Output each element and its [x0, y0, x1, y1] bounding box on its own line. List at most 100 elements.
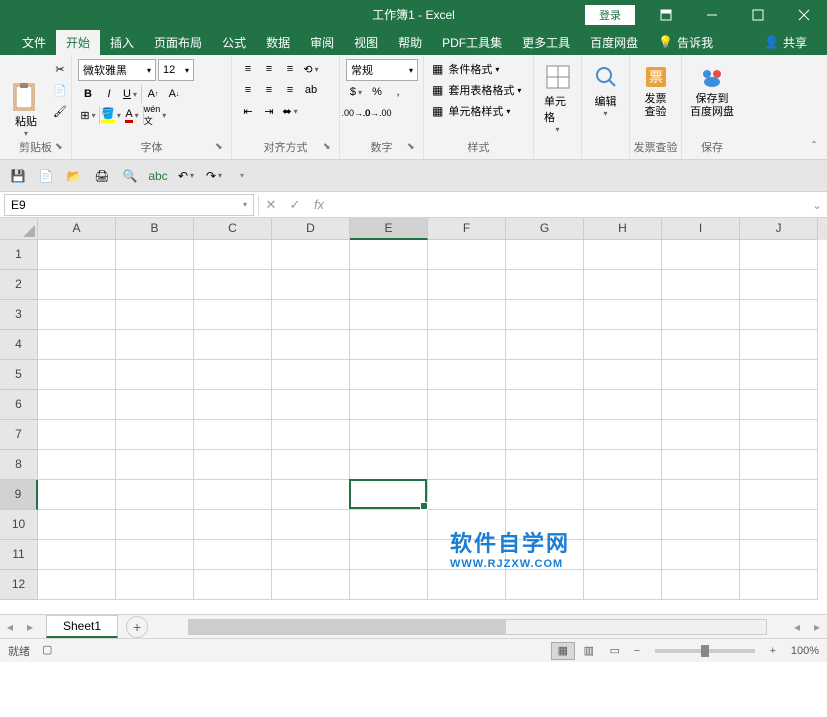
cell[interactable]	[350, 330, 428, 360]
cell[interactable]	[428, 480, 506, 510]
cell[interactable]	[740, 390, 818, 420]
cut-button[interactable]: ✂	[50, 59, 70, 79]
cell[interactable]	[584, 240, 662, 270]
cell[interactable]	[428, 570, 506, 600]
row-header[interactable]: 12	[0, 570, 38, 600]
font-size-combo[interactable]: 12▾	[158, 59, 194, 81]
italic-button[interactable]: I	[99, 84, 119, 104]
cell[interactable]	[506, 570, 584, 600]
cell[interactable]	[194, 330, 272, 360]
formula-input[interactable]	[331, 194, 807, 216]
tab-nav-next[interactable]: ▸	[20, 620, 40, 634]
cell[interactable]	[740, 240, 818, 270]
cell[interactable]	[194, 390, 272, 420]
underline-button[interactable]: U	[120, 84, 140, 104]
row-header[interactable]: 7	[0, 420, 38, 450]
cell-styles-button[interactable]: ▦单元格样式▾	[430, 101, 527, 121]
format-painter-button[interactable]: 🖌	[50, 101, 70, 121]
tab-formulas[interactable]: 公式	[212, 30, 256, 55]
font-launcher[interactable]: ⬊	[215, 141, 229, 155]
cell[interactable]	[584, 360, 662, 390]
cell[interactable]	[272, 330, 350, 360]
cell[interactable]	[506, 390, 584, 420]
cell[interactable]	[272, 300, 350, 330]
cell[interactable]	[38, 240, 116, 270]
cell[interactable]	[584, 270, 662, 300]
cell[interactable]	[116, 240, 194, 270]
cell[interactable]	[584, 480, 662, 510]
qat-preview-button[interactable]: 🔍	[118, 164, 142, 188]
cell[interactable]	[740, 570, 818, 600]
font-color-button[interactable]: A	[122, 105, 142, 125]
column-header[interactable]: E	[350, 218, 428, 240]
cell[interactable]	[272, 360, 350, 390]
cell[interactable]	[116, 390, 194, 420]
login-button[interactable]: 登录	[585, 5, 635, 25]
cell[interactable]	[38, 570, 116, 600]
wrap-text-button[interactable]: ab	[301, 80, 321, 100]
bold-button[interactable]: B	[78, 84, 98, 104]
align-middle-button[interactable]: ≡	[259, 59, 279, 79]
cell[interactable]	[350, 420, 428, 450]
tell-me[interactable]: 💡告诉我	[648, 30, 723, 55]
tab-file[interactable]: 文件	[12, 30, 56, 55]
cell[interactable]	[116, 480, 194, 510]
percent-button[interactable]: %	[367, 82, 387, 102]
cell[interactable]	[584, 540, 662, 570]
collapse-ribbon-button[interactable]: ˆ	[805, 137, 823, 155]
cell[interactable]	[350, 360, 428, 390]
tab-nav-prev[interactable]: ◂	[0, 620, 20, 634]
cell[interactable]	[272, 480, 350, 510]
decrease-decimal-button[interactable]: .0→.00	[367, 103, 387, 123]
cell[interactable]	[38, 540, 116, 570]
enter-button[interactable]: ✓	[283, 194, 307, 216]
qat-print-button[interactable]: 🖨	[90, 164, 114, 188]
cell[interactable]	[272, 270, 350, 300]
cell[interactable]	[272, 420, 350, 450]
cell[interactable]	[506, 540, 584, 570]
qat-undo-button[interactable]: ↶	[174, 164, 198, 188]
cell[interactable]	[350, 510, 428, 540]
row-header[interactable]: 10	[0, 510, 38, 540]
cell[interactable]	[428, 240, 506, 270]
row-header[interactable]: 5	[0, 360, 38, 390]
cell[interactable]	[428, 420, 506, 450]
row-header[interactable]: 2	[0, 270, 38, 300]
cell[interactable]	[116, 510, 194, 540]
cell[interactable]	[350, 540, 428, 570]
cell[interactable]	[584, 570, 662, 600]
cell[interactable]	[506, 270, 584, 300]
cell[interactable]	[116, 300, 194, 330]
cell[interactable]	[116, 420, 194, 450]
qat-open-button[interactable]: 📂	[62, 164, 86, 188]
cell[interactable]	[506, 360, 584, 390]
shrink-font-button[interactable]: A↓	[164, 84, 184, 104]
row-header[interactable]: 6	[0, 390, 38, 420]
column-header[interactable]: A	[38, 218, 116, 240]
cell[interactable]	[740, 540, 818, 570]
save-baidu-button[interactable]: 保存到 百度网盘	[688, 59, 736, 121]
cell[interactable]	[38, 360, 116, 390]
copy-button[interactable]: 📄	[50, 80, 70, 100]
cell[interactable]	[194, 270, 272, 300]
align-top-button[interactable]: ≡	[238, 59, 258, 79]
cell[interactable]	[506, 240, 584, 270]
hscroll-left[interactable]: ◂	[787, 620, 807, 634]
tab-home[interactable]: 开始	[56, 30, 100, 55]
cell[interactable]	[350, 570, 428, 600]
select-all-button[interactable]	[0, 218, 38, 240]
cells-button[interactable]: 单元格 ▾	[540, 59, 575, 136]
cell[interactable]	[740, 510, 818, 540]
number-launcher[interactable]: ⬊	[407, 141, 421, 155]
cell[interactable]	[194, 360, 272, 390]
cell[interactable]	[194, 540, 272, 570]
clipboard-launcher[interactable]: ⬊	[55, 141, 69, 155]
add-sheet-button[interactable]: +	[126, 616, 148, 638]
cell[interactable]	[662, 270, 740, 300]
cell[interactable]	[506, 480, 584, 510]
share-button[interactable]: 👤共享	[754, 30, 817, 55]
row-header[interactable]: 4	[0, 330, 38, 360]
cell[interactable]	[662, 330, 740, 360]
align-right-button[interactable]: ≡	[280, 80, 300, 100]
column-header[interactable]: D	[272, 218, 350, 240]
